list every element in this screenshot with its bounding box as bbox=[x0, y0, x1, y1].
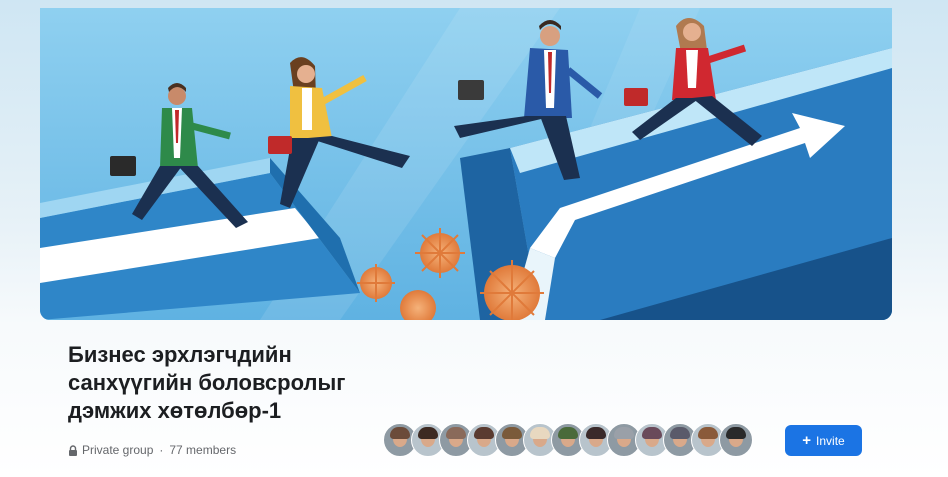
member-avatar[interactable] bbox=[719, 423, 753, 457]
cover-photo[interactable] bbox=[40, 8, 892, 320]
group-title-line-2: санхүүгийн боловсролыг bbox=[68, 370, 346, 395]
lock-icon bbox=[69, 444, 77, 456]
member-count[interactable]: 77 members bbox=[169, 443, 236, 457]
group-title-line-1: Бизнес эрхлэгчдийн bbox=[68, 342, 292, 367]
plus-icon: + bbox=[802, 432, 812, 449]
meta-separator: · bbox=[159, 443, 164, 457]
group-title-line-3: дэмжих хөтөлбөр-1 bbox=[68, 398, 282, 423]
group-title: Бизнес эрхлэгчдийн санхүүгийн боловсролы… bbox=[68, 341, 398, 425]
invite-label: Invite bbox=[816, 433, 845, 448]
group-meta: Private group · 77 members bbox=[68, 442, 236, 458]
invite-button[interactable]: + Invite bbox=[785, 425, 862, 456]
member-avatars[interactable] bbox=[383, 423, 753, 457]
group-privacy[interactable]: Private group bbox=[82, 443, 153, 457]
cover-illustration bbox=[40, 8, 892, 320]
